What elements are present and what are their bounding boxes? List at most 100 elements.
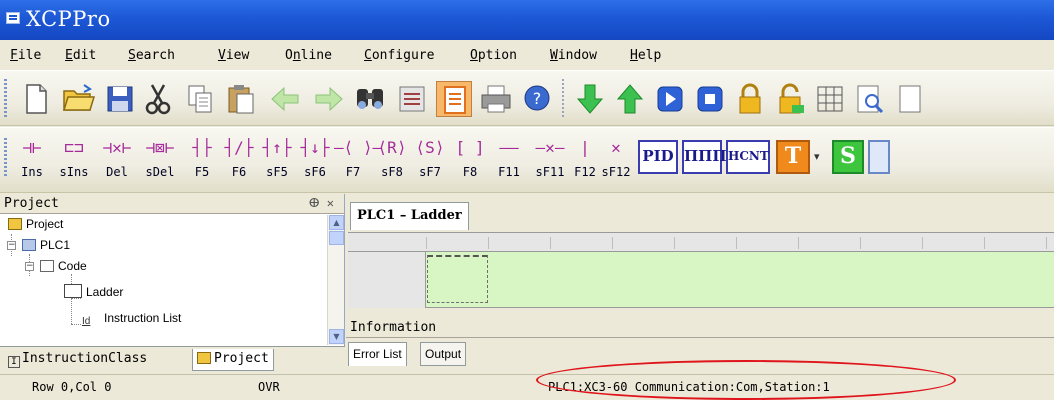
save-icon[interactable]	[102, 81, 138, 117]
code-icon	[40, 260, 54, 272]
ruler-tick	[674, 237, 675, 249]
tab-instruction-class[interactable]: I InstructionClass	[4, 349, 151, 371]
ruler-tick	[1046, 237, 1047, 249]
find-icon[interactable]	[352, 81, 388, 117]
menu-file[interactable]: File	[10, 48, 41, 63]
upload-icon[interactable]	[612, 81, 648, 117]
back-arrow-icon[interactable]	[268, 81, 304, 117]
scroll-up-icon[interactable]: ▲	[329, 215, 344, 230]
menu-configure[interactable]: Configure	[364, 48, 434, 63]
ruler-tick	[798, 237, 799, 249]
tree-node-ladder[interactable]: Ladder	[64, 284, 123, 299]
paste-icon[interactable]	[223, 81, 259, 117]
ladder-editor: PLC1 – Ladder	[346, 194, 1054, 318]
coil-button[interactable]: —⟨ ⟩— F7	[334, 132, 382, 190]
toolbar-grip[interactable]	[4, 138, 7, 178]
project-pane-title: Project	[4, 196, 59, 211]
instruction-button[interactable]: [ ] F8	[452, 132, 488, 190]
toolbar-separator	[562, 79, 564, 119]
rising-edge-button[interactable]: ┤↑├ sF5	[260, 132, 294, 190]
delete-button[interactable]: ⊣✕⊢ Del	[98, 132, 136, 190]
folder-icon	[8, 218, 22, 230]
cut-icon[interactable]	[140, 81, 176, 117]
reset-coil-button[interactable]: ⟨R⟩ sF8	[374, 132, 410, 190]
help-icon[interactable]: ?	[520, 81, 556, 117]
project-scrollbar[interactable]: ▲ ▼	[327, 215, 344, 345]
left-power-rail	[348, 252, 426, 308]
collapse-icon[interactable]: −	[25, 262, 34, 271]
run-icon[interactable]	[652, 81, 688, 117]
shift-insert-button[interactable]: ⊏⊐ sIns	[54, 132, 94, 190]
cursor-position: Row 0,Col 0	[32, 380, 112, 394]
ruler-tick	[984, 237, 985, 249]
ladder-toolbar: ⊣⊢ Ins ⊏⊐ sIns ⊣✕⊢ Del ⊣⊠⊢ sDel ┤├ F5 ┤/├ F6 ┤…	[0, 127, 1054, 193]
ladder-ruler	[348, 232, 1054, 252]
timer-dropdown-icon[interactable]: ▾	[814, 150, 820, 163]
document-icon[interactable]	[892, 81, 928, 117]
nc-contact-button[interactable]: ┤/├ F6	[222, 132, 256, 190]
ladder-view-icon[interactable]	[436, 81, 472, 117]
download-icon[interactable]	[572, 81, 608, 117]
open-folder-icon[interactable]	[60, 81, 96, 117]
pid-button[interactable]: PID	[638, 140, 678, 174]
svg-text:?: ?	[533, 89, 542, 108]
delete-horizontal-line-button[interactable]: —✕— sF11	[530, 132, 570, 190]
ladder-icon	[64, 284, 82, 298]
app-icon	[6, 12, 20, 24]
pulse-button[interactable]: ΠΠΠ	[682, 140, 727, 174]
no-contact-button[interactable]: ┤├ F5	[186, 132, 218, 190]
toolbar-grip[interactable]	[4, 79, 7, 119]
instruction-list-icon: Id	[82, 316, 91, 327]
scroll-thumb[interactable]	[329, 231, 344, 245]
monitor-icon[interactable]	[812, 81, 848, 117]
menu-edit[interactable]: Edit	[65, 48, 96, 63]
plc-icon	[22, 239, 36, 251]
tab-output[interactable]: Output	[420, 342, 467, 366]
menu-search[interactable]: Search	[128, 48, 175, 63]
project-bottom-tabs: I InstructionClass Project	[0, 346, 345, 374]
new-file-icon[interactable]	[18, 81, 54, 117]
stop-icon[interactable]	[692, 81, 728, 117]
menu-view[interactable]: View	[218, 48, 249, 63]
window-title: XCPPro	[26, 7, 111, 31]
print-icon[interactable]	[478, 81, 514, 117]
unlock-icon[interactable]	[772, 81, 808, 117]
ladder-cursor[interactable]	[427, 255, 488, 303]
insert-button[interactable]: ⊣⊢ Ins	[14, 132, 50, 190]
tab-error-list[interactable]: Error List	[348, 342, 407, 366]
window-icon[interactable]	[868, 140, 890, 174]
tree-node-code[interactable]: Code	[40, 259, 87, 273]
timer-button[interactable]: T	[776, 140, 810, 174]
vertical-line-button[interactable]: | F12	[572, 132, 598, 190]
falling-edge-button[interactable]: ┤↓├ sF6	[298, 132, 332, 190]
tree-node-plc1[interactable]: PLC1	[22, 238, 70, 252]
pin-close-icon[interactable]: ⴲ ✕	[309, 196, 334, 210]
tree-node-instruction-list[interactable]: Id Instruction List	[82, 311, 181, 328]
ruler-tick	[488, 237, 489, 249]
menu-option[interactable]: Option	[470, 48, 517, 63]
forward-arrow-icon[interactable]	[310, 81, 346, 117]
overwrite-mode: OVR	[258, 380, 280, 394]
menu-window[interactable]: Window	[550, 48, 597, 63]
tree-node-project[interactable]: Project	[8, 217, 63, 231]
set-coil-button[interactable]: ⟨S⟩ sF7	[412, 132, 448, 190]
keyboard-icon[interactable]	[394, 81, 430, 117]
collapse-icon[interactable]: −	[7, 241, 16, 250]
preview-icon[interactable]	[852, 81, 888, 117]
hcnt-button[interactable]: HCNT	[726, 140, 770, 174]
copy-icon[interactable]	[182, 81, 218, 117]
tab-plc1-ladder[interactable]: PLC1 – Ladder	[350, 202, 469, 230]
lock-icon[interactable]	[732, 81, 768, 117]
project-pane: Project ⴲ ✕ Project − PLC1 − Code Ladder…	[0, 194, 345, 374]
tab-project[interactable]: Project	[192, 349, 274, 371]
information-title: Information	[346, 318, 1054, 338]
ladder-canvas[interactable]	[348, 252, 1054, 308]
menu-help[interactable]: Help	[630, 48, 661, 63]
stage-button[interactable]: S	[832, 140, 864, 174]
menu-online[interactable]: Online	[285, 48, 332, 63]
delete-vertical-line-button[interactable]: ✕ sF12	[600, 132, 632, 190]
tree-line	[71, 274, 72, 324]
shift-delete-button[interactable]: ⊣⊠⊢ sDel	[138, 132, 182, 190]
scroll-down-icon[interactable]: ▼	[329, 329, 344, 344]
horizontal-line-button[interactable]: —— F11	[490, 132, 528, 190]
